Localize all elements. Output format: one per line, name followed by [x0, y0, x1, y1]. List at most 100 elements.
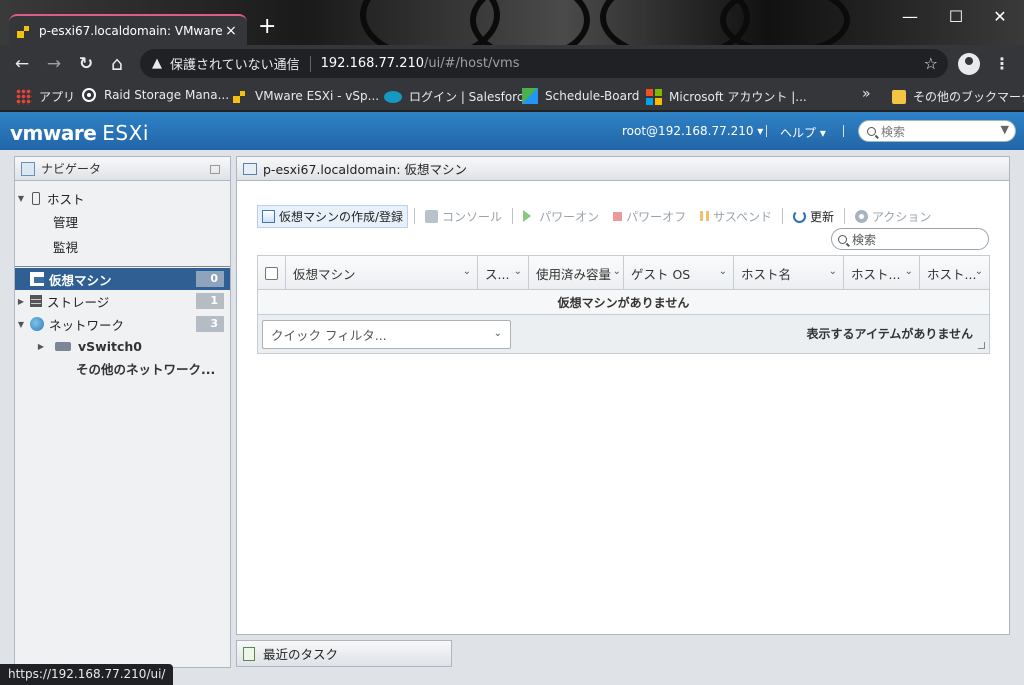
column-used-space[interactable]: 使用済み容量 ⌄ — [529, 256, 624, 290]
select-all-checkbox-cell — [258, 256, 286, 290]
quick-filter-select[interactable]: クイック フィルタ... ⌄ — [262, 320, 511, 349]
power-on-button[interactable]: パワーオン — [519, 206, 603, 227]
gear-icon — [855, 209, 869, 223]
recent-tasks-label: 最近のタスク — [263, 647, 339, 662]
table-footer: クイック フィルタ... ⌄ 表示するアイテムがありません — [258, 315, 989, 353]
nav-item-monitor[interactable]: 監視 — [15, 235, 230, 257]
tab-title: p-esxi67.localdomain: VMware ESXi — [39, 23, 223, 38]
forward-button[interactable]: → — [44, 54, 64, 74]
bookmark-other-folder[interactable]: その他のブックマーク — [892, 88, 1024, 105]
column-menu-icon[interactable]: ⌄ — [905, 266, 913, 277]
column-menu-icon[interactable]: ⌄ — [975, 266, 983, 277]
expand-icon[interactable]: ▼ — [15, 194, 27, 203]
power-off-icon — [613, 211, 623, 221]
help-menu[interactable]: ヘルプ ▾ — [780, 124, 826, 141]
column-menu-icon[interactable]: ⌄ — [463, 266, 471, 277]
user-menu[interactable]: root@192.168.77.210 ▾ — [622, 124, 763, 138]
home-button[interactable]: ⌂ — [107, 54, 127, 74]
url-path: /ui/#/host/vms — [424, 56, 520, 71]
recent-tasks-panel[interactable]: 最近のタスク — [236, 640, 452, 667]
nav-item-label: 監視 — [53, 239, 79, 255]
bookmark-label: Raid Storage Mana... — [104, 88, 230, 102]
bookmarks-overflow-button[interactable]: » — [862, 86, 871, 102]
power-on-icon — [523, 210, 532, 222]
esxi-host-client: vmware ESXi root@192.168.77.210 ▾ ヘルプ ▾ 検… — [0, 112, 1024, 685]
profile-avatar-icon[interactable] — [958, 53, 980, 75]
bookmark-star-icon[interactable]: ☆ — [924, 54, 938, 73]
bookmark-vmware-esxi[interactable]: VMware ESXi - vSp... — [232, 88, 379, 104]
not-secure-warning-icon[interactable]: ▲ — [152, 56, 162, 71]
power-off-button[interactable]: パワーオフ — [609, 206, 690, 227]
bookmark-label: Microsoft アカウント |... — [669, 90, 807, 104]
bookmark-salesforce[interactable]: ログイン | Salesforce — [384, 88, 531, 105]
nav-item-storage[interactable]: ▶ ストレージ 1 — [15, 290, 230, 312]
nav-item-host[interactable]: ▼ ホスト — [15, 187, 230, 209]
search-placeholder: 検索 — [852, 232, 877, 247]
bookmark-label: Schedule-Board — [545, 89, 640, 103]
search-placeholder: 検索 — [881, 124, 906, 139]
window-maximize-button[interactable]: ☐ — [934, 2, 978, 32]
security-status-text[interactable]: 保護されていない通信 — [170, 54, 300, 73]
address-bar[interactable]: ▲ 保護されていない通信 192.168.77.210 /ui/#/host/v… — [140, 49, 948, 78]
bookmark-label: アプリ — [39, 90, 76, 104]
browser-toolbar: ← → ↻ ⌂ ▲ 保護されていない通信 192.168.77.210 /ui/… — [0, 45, 1024, 83]
refresh-button[interactable]: 更新 — [789, 206, 838, 227]
window-close-button[interactable]: ✕ — [978, 2, 1022, 32]
collapse-navigator-icon[interactable] — [210, 165, 220, 174]
vm-list-icon — [243, 162, 257, 175]
navigator-icon — [21, 161, 35, 176]
column-menu-icon[interactable]: ⌄ — [829, 266, 837, 277]
vm-table: 仮想マシン ⌄ ス... ⌄ 使用済み容量 ⌄ ゲスト OS ⌄ ホスト名 ⌄ … — [257, 255, 990, 354]
browser-menu-icon[interactable]: ⋮ — [994, 54, 1010, 73]
folder-icon — [892, 89, 906, 104]
column-menu-icon[interactable]: ⌄ — [613, 266, 621, 277]
schedule-board-icon — [522, 88, 538, 104]
background-decoration — [470, 0, 590, 45]
new-tab-button[interactable]: + — [258, 16, 276, 38]
expand-icon[interactable]: ▼ — [15, 320, 27, 329]
bookmark-raid-storage[interactable]: Raid Storage Mana... — [82, 88, 229, 102]
search-dropdown-icon[interactable]: ▼ — [1001, 123, 1009, 136]
expand-icon[interactable]: ▶ — [15, 297, 27, 306]
expand-icon[interactable]: ▶ — [35, 342, 47, 351]
nav-item-vswitch0[interactable]: ▶ vSwitch0 — [15, 335, 230, 357]
reload-button[interactable]: ↻ — [76, 54, 96, 74]
bookmark-label: ログイン | Salesforce — [409, 90, 531, 104]
column-menu-icon[interactable]: ⌄ — [514, 266, 522, 277]
column-menu-icon[interactable]: ⌄ — [719, 266, 727, 277]
bookmark-schedule-board[interactable]: Schedule-Board — [522, 88, 639, 104]
url-host: 192.168.77.210 — [320, 56, 425, 71]
select-all-checkbox[interactable] — [265, 266, 278, 280]
tab-close-icon[interactable]: × — [223, 23, 239, 39]
header-search-input[interactable]: 検索 ▼ — [858, 120, 1016, 142]
create-register-vm-button[interactable]: 仮想マシンの作成/登録 — [257, 204, 409, 228]
column-host-memory[interactable]: ホスト... ⌄ — [920, 256, 989, 290]
column-host-cpu[interactable]: ホスト... ⌄ — [844, 256, 920, 290]
navigator-panel: ナビゲータ ▼ ホスト 管理 監視 仮想マシン 0 ▶ ストレージ 1 ▼ ネッ… — [14, 156, 231, 668]
console-icon — [425, 209, 439, 223]
suspend-button[interactable]: サスペンド — [696, 206, 776, 227]
bookmark-label: その他のブックマーク — [913, 90, 1024, 104]
nav-item-other-networks[interactable]: その他のネットワーク... — [15, 357, 230, 379]
nav-item-manage[interactable]: 管理 — [15, 210, 230, 232]
resize-handle-icon[interactable] — [978, 342, 985, 349]
console-button[interactable]: コンソール — [421, 206, 506, 227]
panel-header: p-esxi67.localdomain: 仮想マシン — [237, 157, 1009, 181]
window-minimize-button[interactable]: — — [888, 2, 932, 32]
vm-search-input[interactable]: 検索 — [831, 228, 989, 250]
esxi-header: vmware ESXi root@192.168.77.210 ▾ ヘルプ ▾ 検… — [0, 112, 1024, 150]
column-vm-name[interactable]: 仮想マシン ⌄ — [286, 256, 478, 290]
column-guest-os[interactable]: ゲスト OS ⌄ — [624, 256, 734, 290]
back-button[interactable]: ← — [12, 54, 32, 74]
actions-button[interactable]: アクション — [851, 206, 935, 227]
navigator-header: ナビゲータ — [15, 157, 230, 181]
microsoft-icon — [646, 88, 662, 105]
bookmark-microsoft[interactable]: Microsoft アカウント |... — [646, 88, 807, 105]
nav-item-virtual-machines[interactable]: 仮想マシン 0 — [15, 268, 230, 290]
nav-item-network[interactable]: ▼ ネットワーク 3 — [15, 313, 230, 335]
column-host-name[interactable]: ホスト名 ⌄ — [734, 256, 844, 290]
bookmark-apps[interactable]: アプリ — [16, 88, 75, 105]
panel-title: p-esxi67.localdomain: 仮想マシン — [263, 162, 468, 177]
browser-tab-active[interactable]: p-esxi67.localdomain: VMware ESXi × — [9, 14, 247, 45]
column-status[interactable]: ス... ⌄ — [478, 256, 529, 290]
